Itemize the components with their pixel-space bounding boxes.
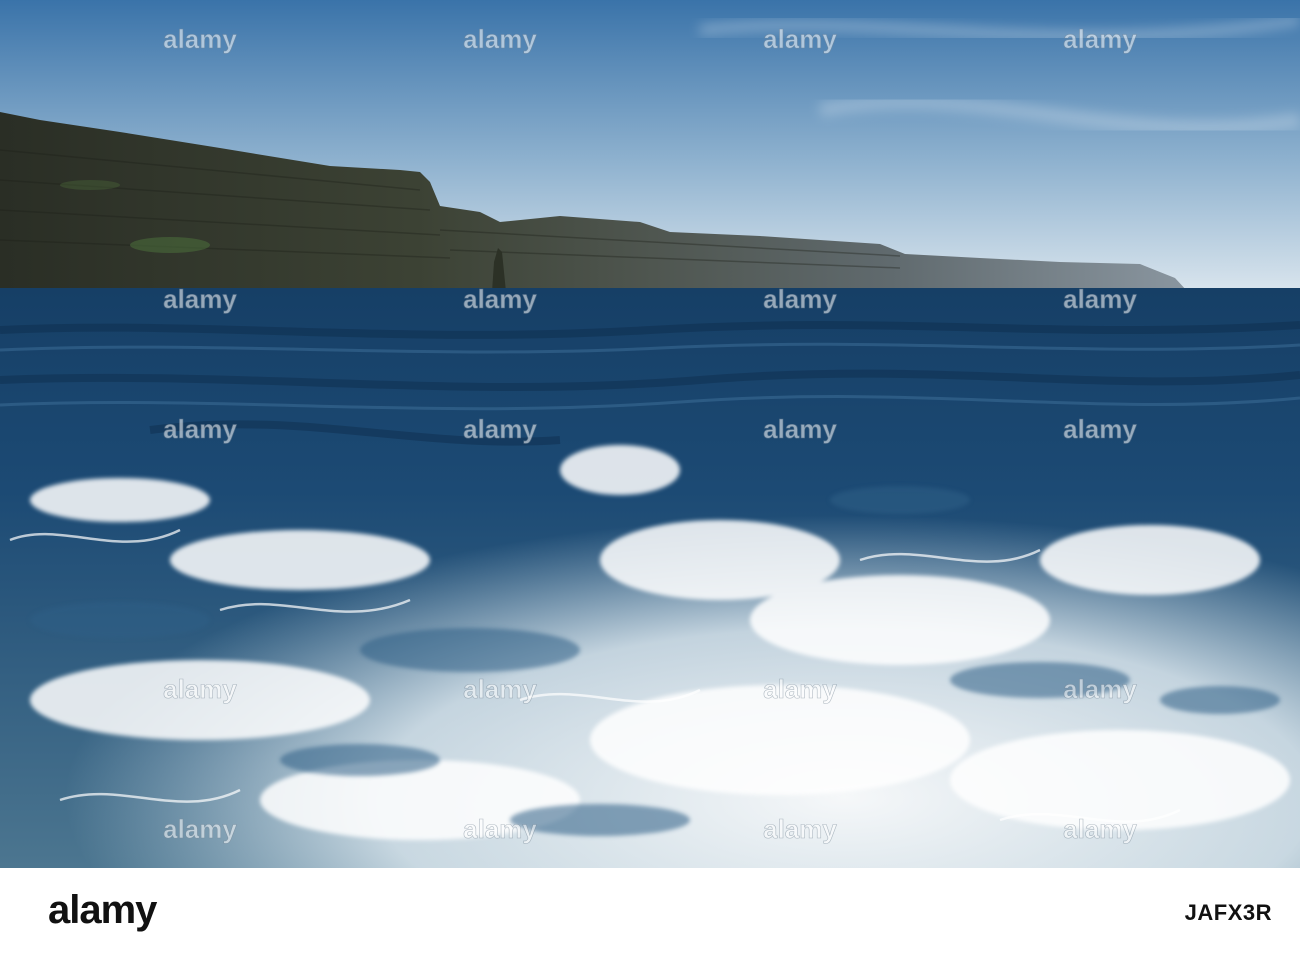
- footer-brand-logo: alamy: [48, 888, 238, 938]
- scene-illustration: [0, 0, 1300, 868]
- svg-text:alamy: alamy: [48, 889, 158, 932]
- footer-image-id: JAFX3R: [1184, 900, 1272, 925]
- alamy-logo-icon: alamy: [48, 888, 159, 932]
- photo: alamy alamy alamy alamy alamy alamy alamy alamy…: [0, 0, 1300, 868]
